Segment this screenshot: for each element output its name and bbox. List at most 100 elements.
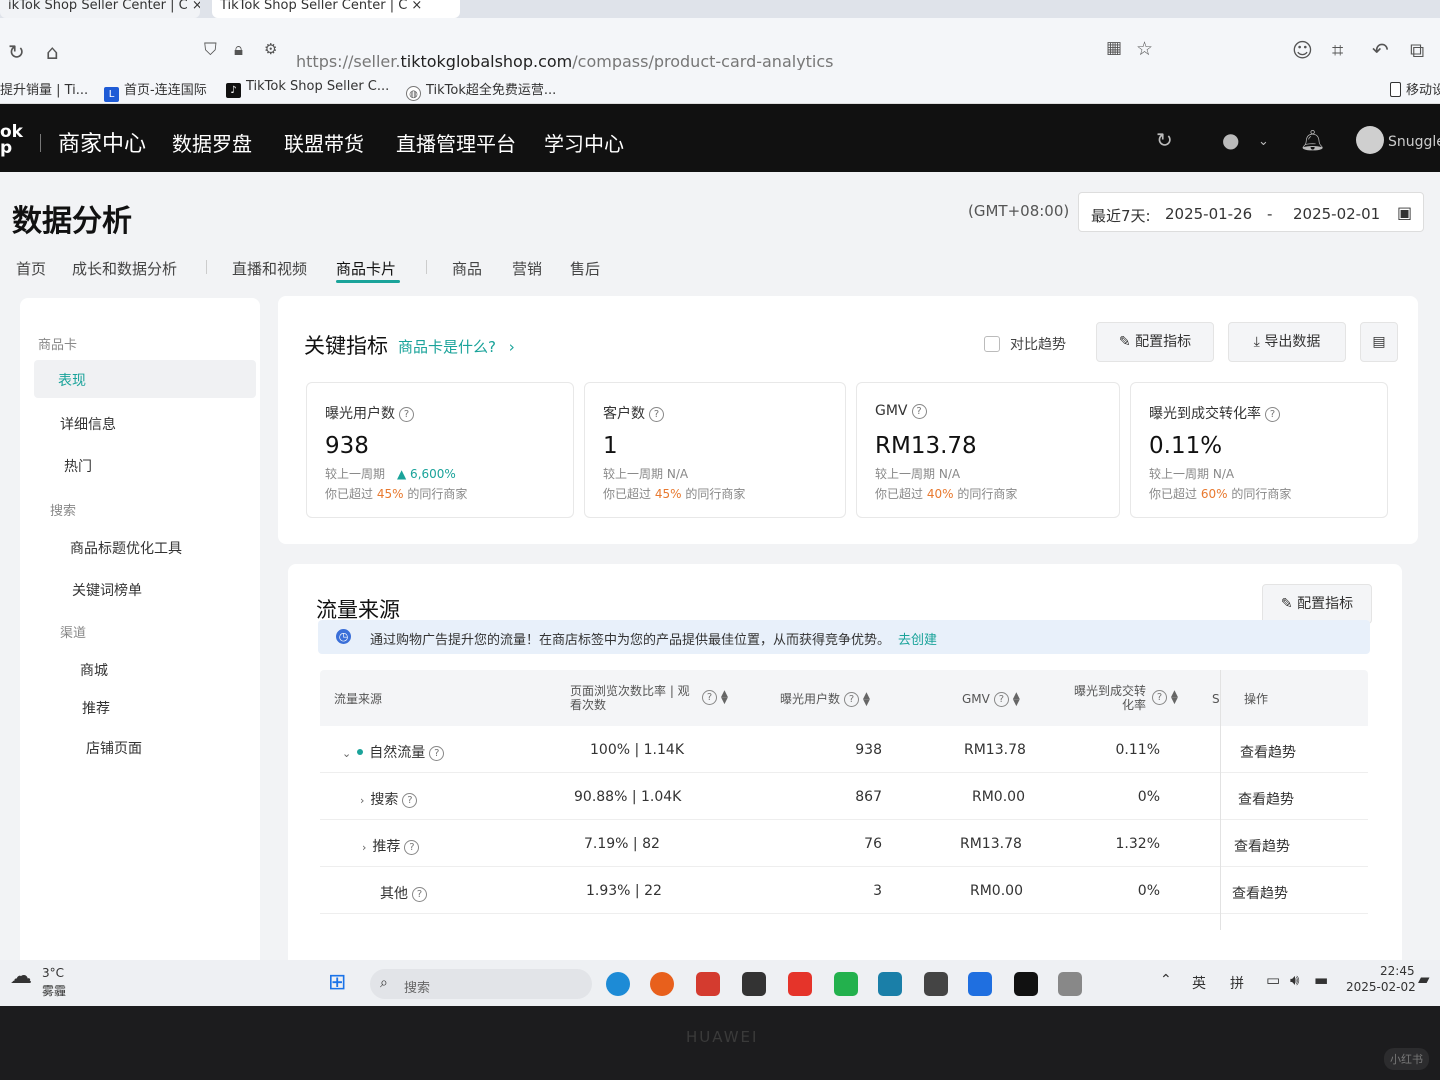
bookmark-item[interactable]: 提升销量 | Ti... [0, 79, 88, 98]
help-icon[interactable]: ? [844, 692, 860, 707]
permissions-icon[interactable]: ⚙ [264, 40, 277, 58]
sidebar-item-title-optimizer[interactable]: 商品标题优化工具 [70, 538, 182, 558]
chevron-right-icon[interactable]: › [360, 794, 364, 807]
chevron-down-icon[interactable]: ⌄ [1258, 134, 1269, 149]
sidebar-item-mall[interactable]: 商城 [80, 660, 108, 680]
browser-tab[interactable]: ikTok Shop Seller Center | C × [0, 0, 200, 18]
clock-date[interactable]: 2025-02-02 [1346, 980, 1416, 994]
app-icon[interactable] [924, 972, 948, 996]
back-arrow-icon[interactable]: ↶ [1372, 38, 1389, 62]
row-source[interactable]: › 推荐? [362, 836, 420, 856]
bookmark-item[interactable]: ♪ TikTok Shop Seller C... [226, 79, 389, 98]
tab-live-video[interactable]: 直播和视频 [232, 258, 307, 279]
nav-data-compass[interactable]: 数据罗盘 [172, 128, 252, 157]
extensions-icon[interactable]: ⧉ [1410, 38, 1424, 62]
help-icon[interactable]: ? [993, 692, 1009, 707]
sidebar-item-performance[interactable]: 表现 [58, 370, 86, 390]
wechat-icon[interactable] [834, 972, 858, 996]
metric-card-conversion-rate[interactable]: 曝光到成交转化率? 0.11% 较上一周期 N/A 你已超过 60% 的同行商家 [1130, 382, 1388, 518]
traffic-config-metrics-button[interactable]: ✎ 配置指标 [1262, 584, 1372, 624]
weather-temp[interactable]: 3°C [42, 966, 64, 980]
col-conversion-rate[interactable]: 曝光到成交转化率 [1066, 684, 1146, 712]
help-icon[interactable]: ? [399, 407, 414, 422]
notification-icon[interactable]: ▰ [1418, 970, 1430, 988]
date-range-picker[interactable]: 最近7天: 2025-01-26 - 2025-02-01 ▣ [1078, 192, 1424, 232]
home-icon[interactable]: ⌂ [46, 40, 59, 64]
clipboard-icon[interactable]: ▤ [1360, 322, 1398, 362]
date-start[interactable]: 2025-01-26 [1165, 205, 1252, 223]
metric-card-customers[interactable]: 客户数? 1 较上一周期 N/A 你已超过 45% 的同行商家 [584, 382, 846, 518]
what-is-product-card-link[interactable]: 商品卡是什么? › [398, 336, 515, 357]
browser-tab-active[interactable]: TikTok Shop Seller Center | C × [212, 0, 460, 18]
tab-products[interactable]: 商品 [452, 258, 482, 279]
col-exposure-users[interactable]: 曝光用户数? ▲ ▼ [780, 692, 870, 708]
refresh-icon[interactable]: ↻ [1156, 128, 1173, 152]
sort-icon[interactable]: ▲ ▼ [721, 690, 728, 706]
app-icon[interactable] [968, 972, 992, 996]
metric-card-exposure[interactable]: 曝光用户数? 938 较上一周期 ▲ 6,600% 你已超过 45% 的同行商家 [306, 382, 574, 518]
avatar[interactable] [1356, 126, 1384, 154]
help-icon[interactable]: ? [649, 407, 664, 422]
sort-icon[interactable]: ▲ ▼ [1013, 692, 1020, 708]
ime-mode[interactable]: 英 [1192, 973, 1206, 993]
weather-icon[interactable]: ☁ [10, 964, 32, 989]
app-icon[interactable] [878, 972, 902, 996]
col-gmv[interactable]: GMV? ▲ ▼ [962, 692, 1020, 708]
network-icon[interactable]: ▭ [1266, 971, 1280, 989]
tab-growth-analytics[interactable]: 成长和数据分析 [72, 258, 177, 279]
row-source[interactable]: › 搜索? [360, 789, 418, 809]
help-icon[interactable]: ? [429, 746, 445, 761]
chevron-up-icon[interactable]: ⌃ [1160, 972, 1172, 988]
help-icon[interactable]: ? [402, 793, 418, 808]
help-icon[interactable]: ? [911, 404, 927, 419]
windows-start-icon[interactable]: ⊞ [328, 970, 346, 995]
taskbar-search[interactable]: ⌕ 搜索 [370, 969, 592, 999]
firefox-icon[interactable] [650, 972, 674, 996]
brand-seller-center[interactable]: 商家中心 [58, 126, 146, 158]
export-data-button[interactable]: ⤓ 导出数据 [1228, 322, 1346, 362]
bookmark-item[interactable]: ◍ TikTok超全免费运营... [406, 79, 556, 101]
tab-after-sales[interactable]: 售后 [570, 258, 600, 279]
col-page-view-ratio[interactable]: 页面浏览次数比率 | 观看次数 [570, 684, 700, 712]
sidebar-item-keyword-ranking[interactable]: 关键词榜单 [72, 580, 142, 600]
chat-icon[interactable]: ● [1222, 128, 1239, 152]
compare-trend-label[interactable]: 对比趋势 [1010, 334, 1066, 354]
sidebar-item-details[interactable]: 详细信息 [60, 414, 116, 434]
view-trend-link[interactable]: 查看趋势 [1240, 742, 1296, 762]
row-source[interactable]: ⌄ 自然流量? [342, 742, 445, 762]
tab-product-card[interactable]: 商品卡片 [336, 258, 396, 279]
nav-learning-center[interactable]: 学习中心 [544, 128, 624, 157]
edge-icon[interactable] [606, 972, 630, 996]
sidebar-item-trending[interactable]: 热门 [64, 456, 92, 476]
view-trend-link[interactable]: 查看趋势 [1232, 883, 1288, 903]
sidebar-item-recommend[interactable]: 推荐 [82, 698, 110, 718]
help-icon[interactable]: ? [702, 690, 717, 705]
username[interactable]: Snuggle [1388, 134, 1440, 150]
view-trend-link[interactable]: 查看趋势 [1234, 836, 1290, 856]
date-end[interactable]: 2025-02-01 [1293, 205, 1380, 223]
row-source[interactable]: 其他? [380, 883, 427, 903]
create-ads-link[interactable]: 去创建 [898, 633, 937, 648]
help-icon[interactable]: ? [1265, 407, 1280, 422]
weather-desc[interactable]: 雾霾 [42, 982, 66, 999]
tab-marketing[interactable]: 营销 [512, 258, 542, 279]
qr-code-icon[interactable]: ▦ [1106, 38, 1122, 58]
shield-icon[interactable]: ⛉ [204, 40, 217, 60]
app-icon[interactable] [696, 972, 720, 996]
config-metrics-button[interactable]: ✎ 配置指标 [1096, 322, 1214, 362]
nav-live-platform[interactable]: 直播管理平台 [396, 128, 516, 157]
tiktok-shop-logo[interactable]: ok p [0, 124, 23, 157]
sort-icon[interactable]: ▲ ▼ [863, 692, 870, 708]
crop-icon[interactable]: ⌗ [1332, 38, 1343, 62]
battery-icon[interactable]: ▬ [1314, 971, 1328, 989]
sidebar-item-shop-page[interactable]: 店铺页面 [86, 738, 142, 758]
chevron-right-icon[interactable]: › [362, 841, 366, 854]
lock-icon[interactable]: 🔒︎ [234, 40, 243, 60]
help-icon[interactable]: ? [1152, 690, 1167, 705]
bell-icon[interactable]: 🔔︎ [1300, 128, 1325, 152]
bookmark-item[interactable]: 移动设 [1390, 79, 1440, 98]
bookmark-item[interactable]: L 首页-连连国际 [104, 79, 207, 102]
volume-icon[interactable]: 🔊︎ [1290, 971, 1299, 989]
clock-time[interactable]: 22:45 [1380, 964, 1415, 978]
metric-card-gmv[interactable]: GMV? RM13.78 较上一周期 N/A 你已超过 40% 的同行商家 [856, 382, 1120, 518]
